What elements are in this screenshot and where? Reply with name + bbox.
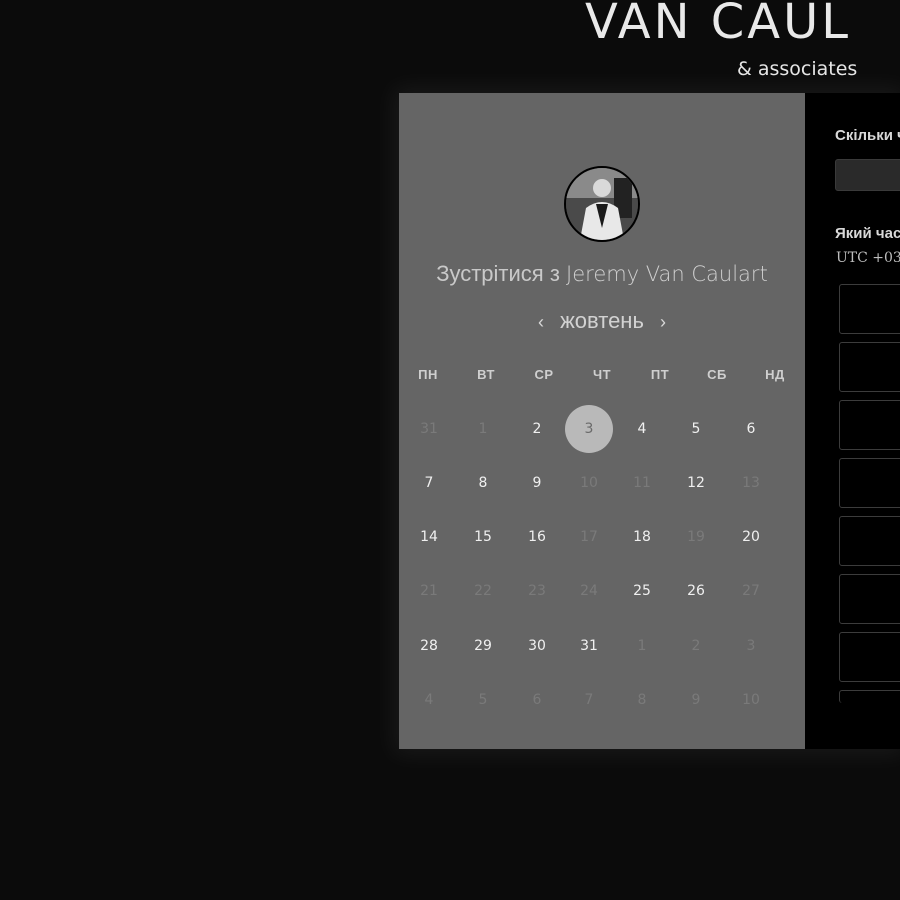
calendar-day: 2 (691, 638, 701, 654)
brand-logo-subtitle: & associates (737, 58, 858, 80)
calendar-day[interactable]: 14 (404, 522, 454, 552)
calendar-day: 27 (742, 583, 760, 599)
calendar-day[interactable]: 29 (458, 631, 508, 661)
calendar-day: 5 (478, 692, 488, 708)
time-slot-button[interactable] (839, 458, 900, 508)
calendar-pane: Зустрітися з Jeremy Van Caulart ‹ жовтен… (399, 93, 805, 749)
time-slot-button[interactable] (839, 400, 900, 450)
calendar-day[interactable]: 4 (617, 414, 667, 444)
calendar-day[interactable]: 31 (564, 631, 614, 661)
calendar-day-selected[interactable]: 3 (565, 405, 613, 453)
time-label: Який час (835, 225, 900, 242)
time-slot-button[interactable] (839, 342, 900, 392)
booking-modal: Зустрітися з Jeremy Van Caulart ‹ жовтен… (399, 93, 900, 749)
time-selection-pane: Скільки ч Який час UTC +03:0 (805, 93, 900, 749)
calendar-day[interactable]: 7 (404, 468, 454, 498)
time-slot-button[interactable] (839, 574, 900, 624)
calendar-day[interactable]: 16 (512, 522, 562, 552)
time-slot-button[interactable] (839, 632, 900, 682)
calendar-day: 13 (742, 475, 760, 491)
calendar-day: 8 (637, 692, 647, 708)
time-slot-button[interactable] (839, 284, 900, 334)
calendar-day[interactable]: 25 (617, 576, 667, 606)
calendar-day[interactable]: 26 (671, 576, 721, 606)
calendar-day[interactable]: 9 (512, 468, 562, 498)
brand-logo-title: VAN CAUL (585, 0, 851, 50)
calendar-day: 17 (580, 529, 598, 545)
calendar-day: 1 (478, 421, 488, 437)
calendar-day[interactable]: 2 (512, 414, 562, 444)
duration-select[interactable] (835, 159, 900, 191)
calendar-day: 19 (687, 529, 705, 545)
timezone-label: UTC +03:0 (836, 250, 900, 266)
calendar-grid: 31 1 2 3 4 5 6 7 8 9 10 11 12 13 14 15 16 17 18 19 20 21 22 23 2… (399, 93, 805, 749)
time-slot-button[interactable] (839, 690, 900, 703)
calendar-day: 9 (691, 692, 701, 708)
calendar-day: 21 (420, 583, 438, 599)
calendar-day: 4 (424, 692, 434, 708)
calendar-day: 1 (637, 638, 647, 654)
calendar-day: 7 (584, 692, 594, 708)
time-slot-button[interactable] (839, 516, 900, 566)
calendar-day[interactable]: 6 (726, 414, 776, 444)
calendar-day[interactable]: 18 (617, 522, 667, 552)
calendar-day: 23 (528, 583, 546, 599)
calendar-day: 10 (580, 475, 598, 491)
calendar-day[interactable]: 28 (404, 631, 454, 661)
calendar-day[interactable]: 30 (512, 631, 562, 661)
calendar-day: 10 (742, 692, 760, 708)
calendar-day[interactable]: 12 (671, 468, 721, 498)
calendar-day[interactable]: 15 (458, 522, 508, 552)
calendar-day: 3 (746, 638, 756, 654)
calendar-day: 11 (633, 475, 651, 491)
calendar-day[interactable]: 20 (726, 522, 776, 552)
calendar-day: 6 (532, 692, 542, 708)
calendar-day[interactable]: 5 (671, 414, 721, 444)
duration-label: Скільки ч (835, 127, 900, 144)
calendar-day: 22 (474, 583, 492, 599)
calendar-day: 24 (580, 583, 598, 599)
calendar-day[interactable]: 8 (458, 468, 508, 498)
calendar-day: 31 (420, 421, 438, 437)
